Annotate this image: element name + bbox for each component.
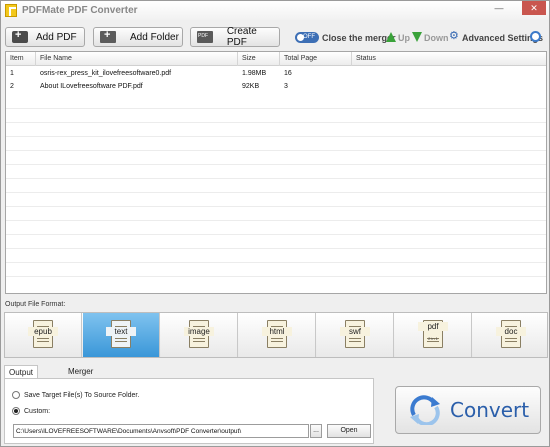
column-header-size[interactable]: Size	[238, 52, 280, 66]
cell-file-name: osris-rex_press_kit_ilovefreesoftware0.p…	[40, 70, 172, 77]
format-label: image	[184, 327, 214, 336]
add-pdf-label: Add PDF	[36, 31, 77, 43]
close-merger-label[interactable]: Close the merger	[322, 33, 396, 43]
cell-size: 1.98MB	[242, 70, 267, 77]
cell-item: 2	[10, 83, 14, 90]
table-row[interactable]: 2 About ILovefreesoftware PDF.pdf 92KB 3	[6, 80, 546, 94]
row-divider	[6, 206, 546, 207]
custom-option[interactable]: Custom:	[12, 405, 50, 417]
cell-status	[352, 80, 356, 94]
format-label: pdf	[418, 322, 448, 331]
close-window-button[interactable]: ✕	[522, 1, 546, 15]
row-divider	[6, 178, 546, 179]
merger-toggle[interactable]: OFF	[295, 32, 319, 43]
row-divider	[6, 164, 546, 165]
table-row[interactable]: 1 osris-rex_press_kit_ilovefreesoftware0…	[6, 67, 546, 81]
custom-radio[interactable]	[12, 407, 20, 415]
row-divider	[6, 192, 546, 193]
browse-button[interactable]: ...	[310, 424, 322, 438]
convert-refresh-icon	[410, 395, 440, 425]
create-pdf-button[interactable]: Create PDF	[190, 26, 280, 48]
output-folder-panel: Save Target File(s) To Source Folder. Cu…	[4, 378, 374, 444]
row-divider	[6, 276, 546, 277]
add-folder-button[interactable]: Add Folder	[93, 27, 183, 47]
output-path-input[interactable]	[13, 424, 309, 438]
row-divider	[6, 248, 546, 249]
create-pdf-label: Create PDF	[226, 26, 257, 48]
format-label: text	[106, 327, 136, 336]
convert-label: Convert	[450, 398, 530, 422]
add-folder-icon	[100, 29, 116, 43]
help-icon[interactable]	[530, 31, 541, 42]
table-header: Item File Name Size Total Page Status	[6, 52, 546, 66]
cell-total-page: 16	[284, 70, 292, 77]
format-swf[interactable]: swf	[317, 313, 394, 357]
document-icon: swf	[340, 320, 370, 348]
row-divider	[6, 150, 546, 151]
down-button[interactable]: Down	[424, 33, 449, 43]
output-format-bar: epub text image html swf pdf 2 in 1 doc	[4, 312, 548, 358]
document-icon: image	[184, 320, 214, 348]
minimize-button[interactable]: —	[490, 1, 508, 15]
up-button[interactable]: Up	[398, 33, 410, 43]
format-epub[interactable]: epub	[5, 313, 82, 357]
format-text[interactable]: text	[83, 313, 160, 357]
add-file-icon	[12, 29, 28, 43]
row-divider	[6, 122, 546, 123]
save-to-source-radio[interactable]	[12, 391, 20, 399]
document-icon: pdf 2 in 1	[418, 320, 448, 348]
save-to-source-option[interactable]: Save Target File(s) To Source Folder.	[12, 389, 139, 401]
document-icon: epub	[28, 320, 58, 348]
titlebar: PDFMate PDF Converter — ✕	[1, 1, 549, 20]
app-logo-icon	[5, 4, 17, 17]
format-html[interactable]: html	[239, 313, 316, 357]
up-arrow-icon[interactable]	[386, 32, 396, 42]
row-divider	[6, 234, 546, 235]
app-window: PDFMate PDF Converter — ✕ Add PDF Add Fo…	[0, 0, 550, 447]
convert-button[interactable]: Convert	[395, 386, 541, 434]
document-icon: doc	[496, 320, 526, 348]
column-header-item[interactable]: Item	[6, 52, 36, 66]
format-label: doc	[496, 327, 526, 336]
down-arrow-icon[interactable]	[412, 32, 422, 42]
format-label: epub	[28, 327, 58, 336]
format-sublabel: 2 in 1	[428, 336, 438, 341]
column-header-file-name[interactable]: File Name	[36, 52, 238, 66]
window-title: PDFMate PDF Converter	[22, 5, 138, 16]
format-pdf[interactable]: pdf 2 in 1	[395, 313, 472, 357]
format-doc[interactable]: doc	[473, 313, 547, 357]
format-label: swf	[340, 327, 370, 336]
format-label: html	[262, 327, 292, 336]
cell-item: 1	[10, 70, 14, 77]
row-divider	[6, 262, 546, 263]
row-divider	[6, 136, 546, 137]
cell-file-name: About ILovefreesoftware PDF.pdf	[40, 83, 143, 90]
row-divider	[6, 220, 546, 221]
open-folder-button[interactable]: Open	[327, 424, 371, 438]
wrench-icon[interactable]: ⚙	[449, 31, 460, 42]
row-divider	[6, 108, 546, 109]
document-icon: text	[106, 320, 136, 348]
tab-merger-setting[interactable]: Merger Setting	[64, 365, 97, 389]
add-folder-label: Add Folder	[130, 31, 179, 43]
output-format-label: Output File Format:	[5, 301, 66, 308]
format-image[interactable]: image	[161, 313, 238, 357]
create-pdf-icon	[197, 31, 213, 43]
column-header-status[interactable]: Status	[352, 52, 546, 66]
cell-size: 92KB	[242, 83, 260, 90]
toolbar: Add PDF Add Folder Create PDF OFF Close …	[1, 23, 549, 49]
document-icon: html	[262, 320, 292, 348]
tab-output-folder[interactable]: Output Folder	[4, 365, 39, 390]
cell-status	[352, 67, 356, 81]
column-header-total-page[interactable]: Total Page	[280, 52, 352, 66]
file-list-table[interactable]: Item File Name Size Total Page Status 1 …	[5, 51, 547, 294]
custom-label: Custom:	[24, 407, 51, 415]
save-to-source-label: Save Target File(s) To Source Folder.	[24, 391, 140, 399]
add-pdf-button[interactable]: Add PDF	[5, 27, 85, 47]
cell-total-page: 3	[284, 83, 288, 90]
